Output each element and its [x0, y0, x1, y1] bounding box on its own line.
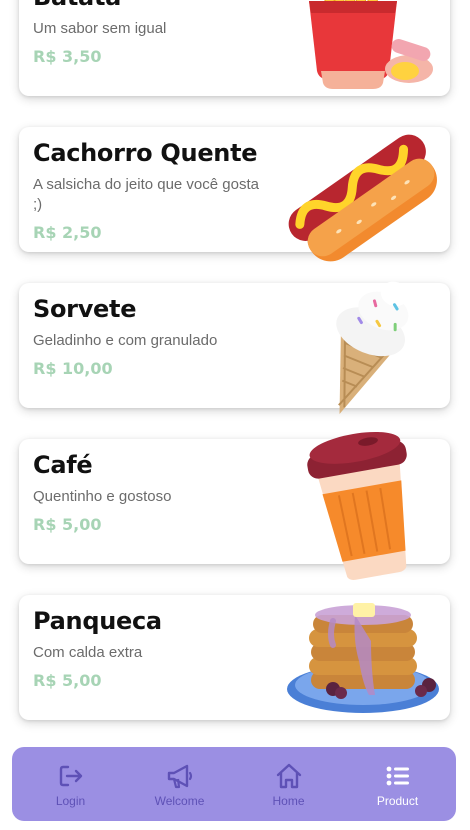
nav-item-login[interactable]: Login — [21, 754, 121, 814]
megaphone-icon — [167, 764, 192, 788]
fries-icon — [309, 0, 433, 89]
product-card[interactable]: Cachorro Quente A salsicha do jeito que … — [19, 127, 450, 262]
product-description: Com calda extra — [33, 644, 143, 661]
nav-label: Product — [376, 793, 419, 808]
list-icon — [386, 766, 409, 785]
nav-item-product[interactable]: Product — [348, 754, 448, 814]
login-icon — [59, 765, 82, 786]
product-price: R$ 5,00 — [33, 515, 102, 534]
product-title: Café — [33, 451, 93, 479]
product-price: R$ 10,00 — [33, 359, 113, 378]
bottom-navigation: Login Welcome Home Product — [12, 747, 456, 821]
product-price: R$ 5,00 — [33, 671, 102, 690]
product-description: A salsicha do jeito que você gosta ;) — [33, 176, 259, 213]
product-description: Um sabor sem igual — [33, 20, 167, 37]
coffee-cup-icon — [307, 431, 407, 580]
nav-label: Welcome — [154, 793, 205, 808]
hotdog-icon — [288, 134, 437, 262]
product-info: Batata Um sabor sem igual R$ 3,50 — [33, 0, 271, 66]
product-description: Geladinho e com granulado — [33, 332, 218, 349]
product-card[interactable]: Batata Um sabor sem igual R$ 3,50 — [19, 0, 450, 96]
product-title: Panqueca — [33, 607, 162, 635]
pancakes-icon — [287, 603, 439, 713]
product-price: R$ 2,50 — [33, 223, 102, 242]
product-info: Café Quentinho e gostoso R$ 5,00 — [33, 451, 271, 534]
product-card[interactable]: Panqueca Com calda extra R$ 5,00 — [19, 595, 450, 720]
nav-label: Home — [272, 793, 305, 808]
product-info: Panqueca Com calda extra R$ 5,00 — [33, 607, 271, 690]
home-icon — [276, 763, 301, 788]
product-title: Sorvete — [33, 295, 137, 323]
ice-cream-icon — [336, 281, 409, 415]
nav-item-welcome[interactable]: Welcome — [130, 754, 230, 814]
product-info: Cachorro Quente A salsicha do jeito que … — [33, 139, 271, 242]
product-card[interactable]: Café Quentinho e gostoso R$ 5,00 — [19, 431, 450, 580]
product-list[interactable]: Batata Um sabor sem igual R$ 3,50 Cachor… — [0, 0, 470, 740]
product-card[interactable]: Sorvete Geladinho e com granulado R$ 10,… — [19, 281, 450, 415]
nav-label: Login — [55, 793, 86, 808]
product-description: Quentinho e gostoso — [33, 488, 172, 505]
product-title: Cachorro Quente — [33, 139, 258, 167]
nav-item-home[interactable]: Home — [239, 754, 339, 814]
product-price: R$ 3,50 — [33, 47, 102, 66]
product-info: Sorvete Geladinho e com granulado R$ 10,… — [33, 295, 271, 378]
product-title: Batata — [33, 0, 271, 11]
